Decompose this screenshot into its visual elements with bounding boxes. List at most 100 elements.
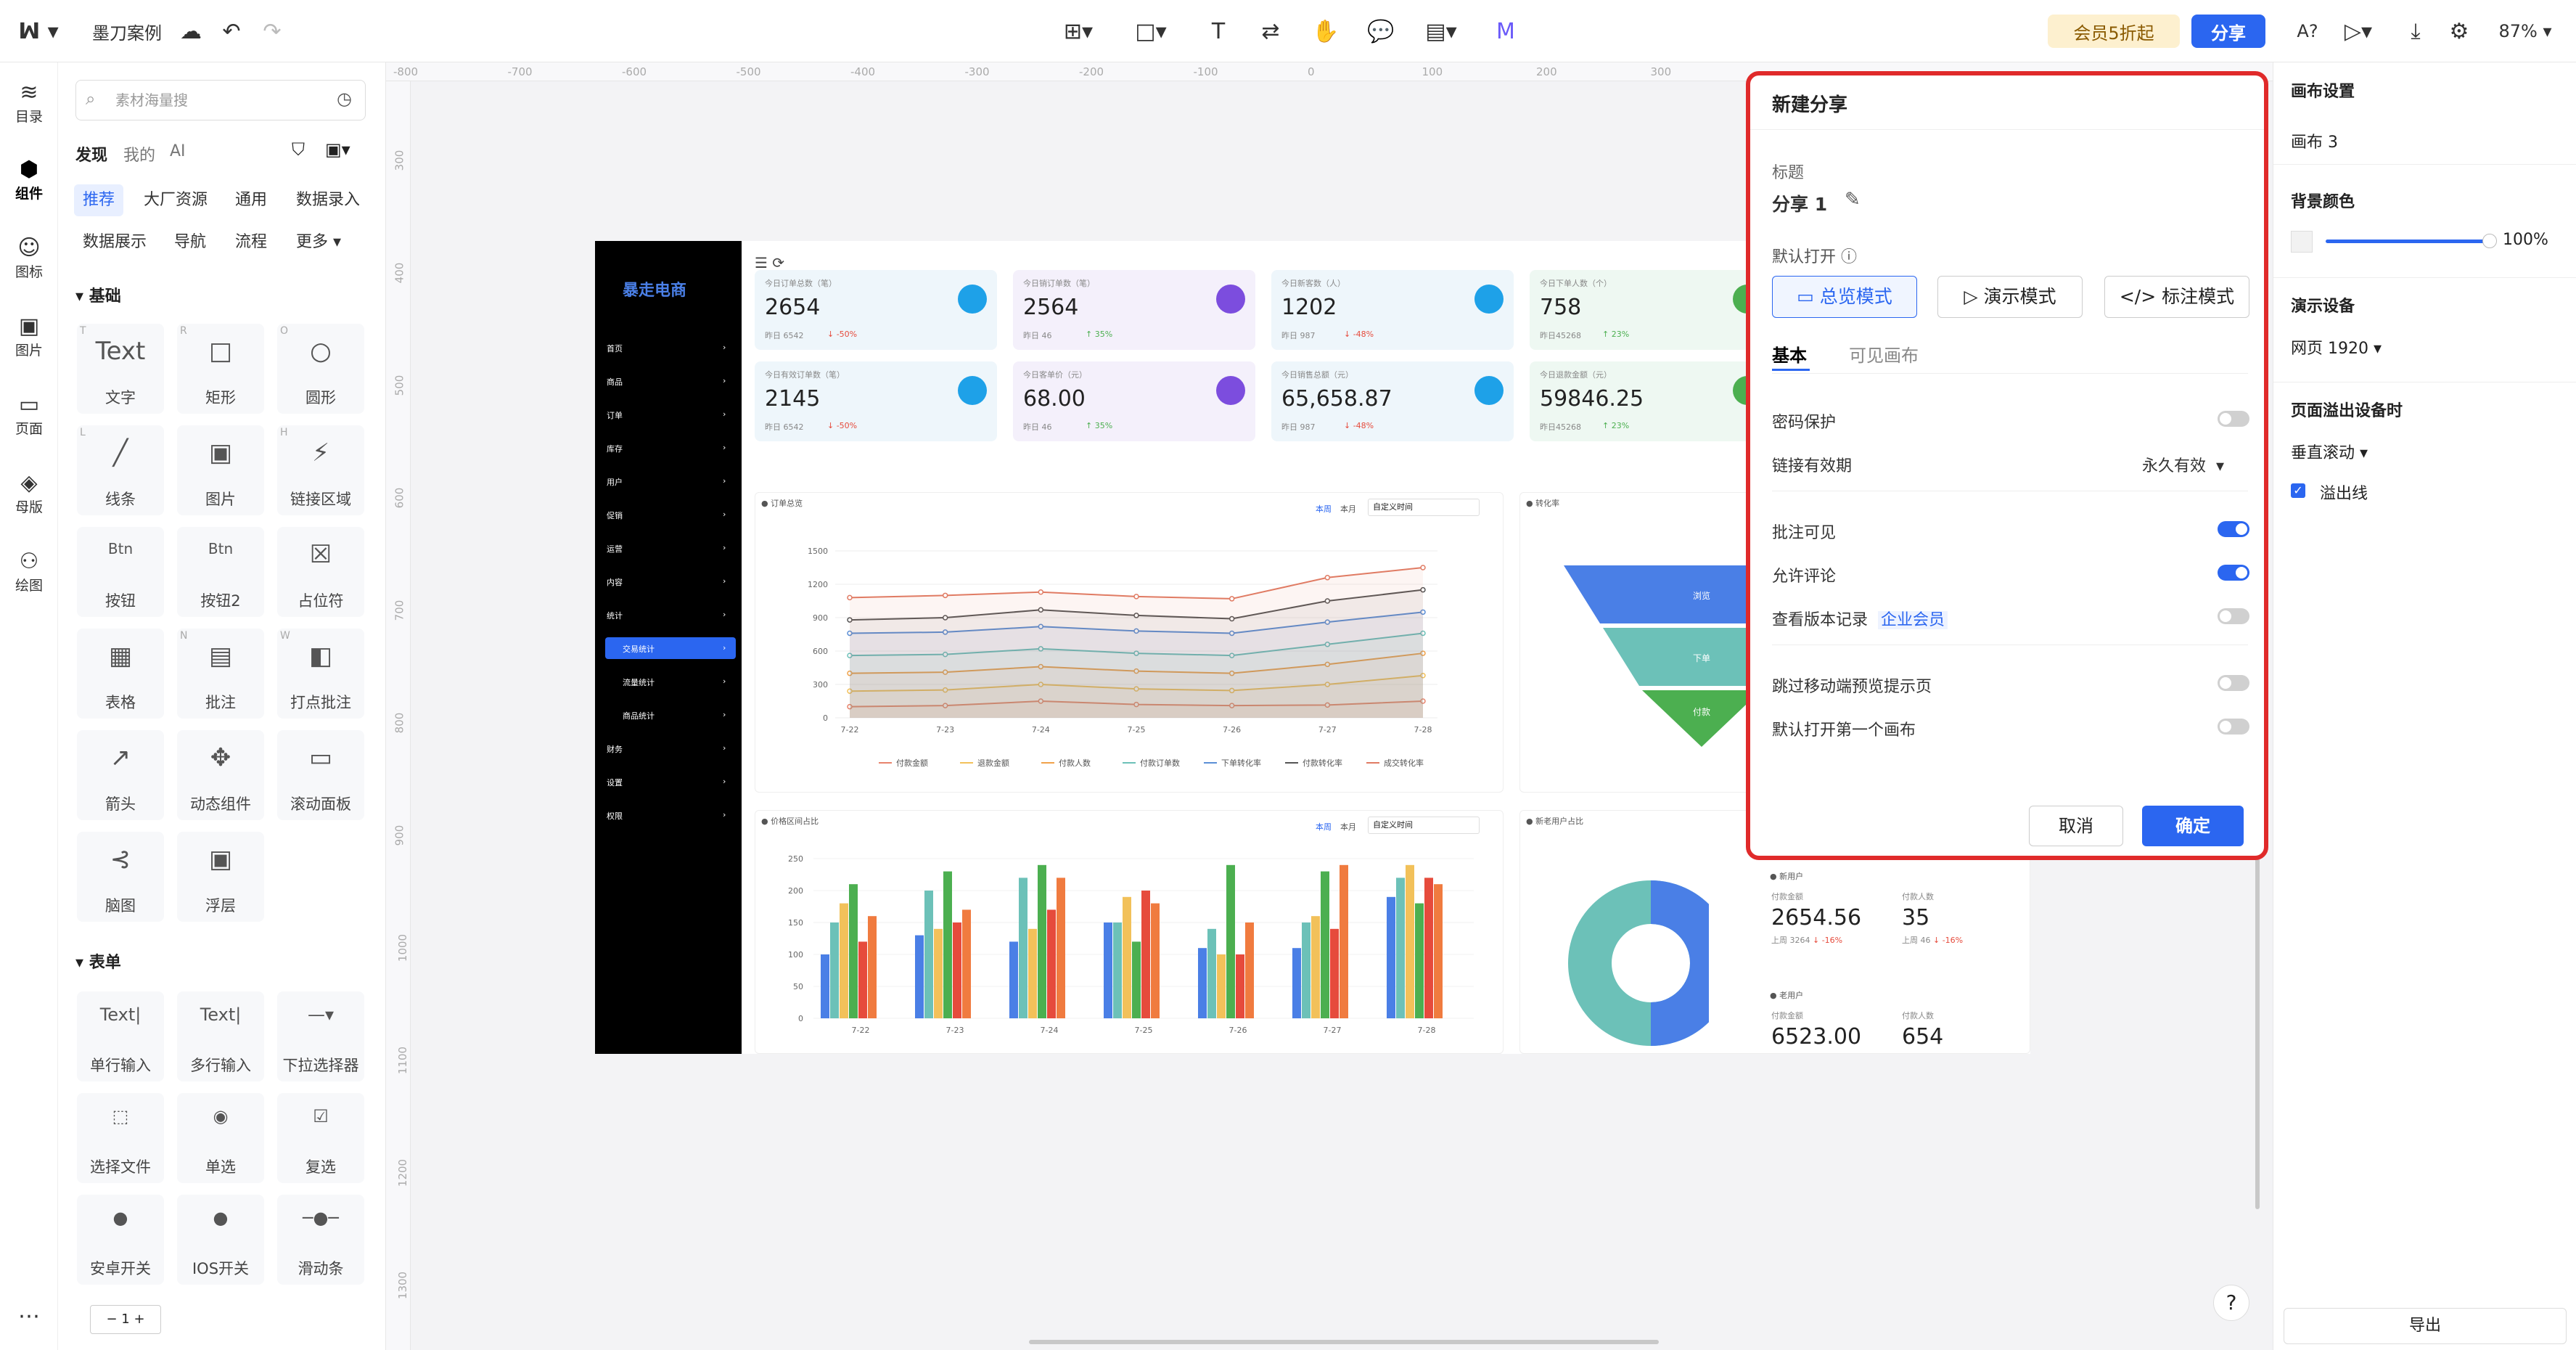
form-tile[interactable]: Text| 单行输入 bbox=[77, 991, 164, 1081]
ai-icon[interactable]: M bbox=[1489, 15, 1522, 48]
play-icon[interactable]: ▷▾ bbox=[2337, 15, 2380, 48]
skip-mobile-toggle[interactable] bbox=[2218, 675, 2249, 691]
component-tile[interactable]: □ 矩形 R bbox=[177, 324, 264, 414]
download-icon[interactable]: ⤓ bbox=[2399, 15, 2432, 48]
tab-visible-canvas[interactable]: 可见画布 bbox=[1849, 341, 1919, 367]
redo-icon[interactable]: ↷ bbox=[255, 15, 289, 48]
section-basic[interactable]: ▾ 基础 bbox=[75, 283, 121, 306]
section-form[interactable]: ▾ 表单 bbox=[75, 949, 121, 973]
component-tile[interactable]: Btn 按钮2 bbox=[177, 527, 264, 617]
opacity-slider[interactable] bbox=[2326, 240, 2490, 243]
text-tool-icon[interactable]: T bbox=[1202, 15, 1235, 48]
project-name[interactable]: 墨刀案例 bbox=[87, 15, 167, 48]
history-icon[interactable]: ◷ bbox=[337, 89, 352, 109]
component-tile[interactable]: ▦ 表格 bbox=[77, 629, 164, 719]
component-tile[interactable]: Btn 按钮 bbox=[77, 527, 164, 617]
share-name[interactable]: 分享 1 bbox=[1772, 190, 1827, 216]
chip-data-input[interactable]: 数据录入 bbox=[287, 184, 369, 216]
annotate-mode-button[interactable]: </> 标注模式 bbox=[2104, 276, 2249, 318]
form-tile[interactable]: ☑ 复选 bbox=[277, 1093, 364, 1183]
component-tile[interactable]: ▣ 图片 bbox=[177, 425, 264, 515]
rail-item-master[interactable]: ◈ 母版 bbox=[0, 470, 58, 516]
component-tile[interactable]: ▭ 滚动面板 bbox=[277, 730, 364, 820]
quantity-stepper[interactable]: − 1 + bbox=[90, 1305, 161, 1334]
tab-mine[interactable]: 我的 bbox=[123, 142, 155, 165]
menu-item[interactable]: 首页 bbox=[607, 343, 623, 354]
form-tile[interactable]: —▾ 下拉选择器 bbox=[277, 991, 364, 1081]
tab-discover[interactable]: 发现 bbox=[75, 142, 107, 165]
menu-item[interactable]: 运营 bbox=[607, 543, 623, 555]
form-tile[interactable]: ● 安卓开关 bbox=[77, 1195, 164, 1285]
overview-mode-button[interactable]: ▭ 总览模式 bbox=[1772, 276, 1917, 318]
rail-item-components[interactable]: ⬢ 组件 bbox=[0, 157, 58, 202]
component-tile[interactable]: Text 文字 T bbox=[77, 324, 164, 414]
export-button[interactable]: 导出 bbox=[2284, 1308, 2567, 1344]
share-button[interactable]: 分享 bbox=[2191, 15, 2265, 48]
menu-item[interactable]: 财务 bbox=[607, 743, 623, 755]
chip-general[interactable]: 通用 bbox=[226, 184, 276, 216]
menu-toggle-icon[interactable]: ☰ ⟳ bbox=[755, 254, 784, 271]
component-tile[interactable]: ✥ 动态组件 bbox=[177, 730, 264, 820]
chip-recommend[interactable]: 推荐 bbox=[74, 184, 124, 216]
bookmark-icon[interactable]: ⛉ bbox=[292, 139, 305, 160]
component-tile[interactable]: ○ 圆形 O bbox=[277, 324, 364, 414]
menu-item[interactable]: 内容 bbox=[607, 576, 623, 588]
component-tile[interactable]: ⚡ 链接区域 H bbox=[277, 425, 364, 515]
form-tile[interactable]: ● IOS开关 bbox=[177, 1195, 264, 1285]
menu-item[interactable]: 商品统计 bbox=[623, 710, 655, 721]
rail-item-catalog[interactable]: ≋ 目录 bbox=[0, 80, 58, 126]
chip-nav[interactable]: 导航 bbox=[165, 226, 215, 258]
rail-item-images[interactable]: ▣ 图片 bbox=[0, 314, 58, 359]
chip-more[interactable]: 更多 ▾ bbox=[287, 226, 350, 258]
component-tile[interactable]: ▣ 浮层 bbox=[177, 832, 264, 922]
edit-icon[interactable]: ✎ bbox=[1845, 189, 1861, 210]
chip-data-display[interactable]: 数据展示 bbox=[74, 226, 155, 258]
undo-icon[interactable]: ↶ bbox=[215, 15, 248, 48]
menu-item[interactable]: 交易统计 bbox=[623, 643, 655, 655]
help-icon[interactable]: ? bbox=[2213, 1285, 2249, 1321]
component-tile[interactable]: ◧ 打点批注 W bbox=[277, 629, 364, 719]
comment-icon[interactable]: 💬 bbox=[1364, 15, 1398, 48]
help-text-icon[interactable]: A? bbox=[2289, 15, 2326, 48]
menu-item[interactable]: 用户 bbox=[607, 476, 623, 488]
rail-item-draw[interactable]: ⚇ 绘图 bbox=[0, 549, 58, 594]
shape-icon[interactable]: □▾ bbox=[1129, 15, 1173, 48]
form-tile[interactable]: ◉ 单选 bbox=[177, 1093, 264, 1183]
bg-color-swatch[interactable] bbox=[2291, 231, 2313, 253]
note-icon[interactable]: ▤▾ bbox=[1419, 15, 1463, 48]
expiry-select[interactable]: 永久有效 ▾ bbox=[2142, 453, 2224, 476]
cloud-sync-icon[interactable]: ☁ bbox=[174, 15, 208, 48]
password-toggle[interactable] bbox=[2218, 411, 2249, 427]
present-mode-button[interactable]: ▷ 演示模式 bbox=[1937, 276, 2083, 318]
component-tile[interactable]: ▤ 批注 N bbox=[177, 629, 264, 719]
vip-badge[interactable]: 会员5折起 bbox=[2048, 15, 2180, 48]
add-page-icon[interactable]: ⊞▾ bbox=[1057, 15, 1100, 48]
chip-big-factory[interactable]: 大厂资源 bbox=[135, 184, 216, 216]
overflow-line-checkbox[interactable]: ✓ bbox=[2291, 483, 2305, 498]
confirm-button[interactable]: 确定 bbox=[2142, 806, 2244, 846]
search-input[interactable]: 素材海量搜 bbox=[75, 80, 366, 120]
horizontal-scrollbar[interactable] bbox=[1029, 1340, 1659, 1344]
menu-item[interactable]: 促销 bbox=[607, 510, 623, 521]
rail-item-pages[interactable]: ▭ 页面 bbox=[0, 392, 58, 438]
menu-item[interactable]: 统计 bbox=[607, 610, 623, 621]
library-icon[interactable]: ▣▾ bbox=[325, 139, 350, 160]
app-logo[interactable]: ꟽ ▾ bbox=[13, 15, 64, 48]
zoom-level[interactable]: 87% ▾ bbox=[2489, 15, 2561, 48]
component-tile[interactable]: ⊰ 脑图 bbox=[77, 832, 164, 922]
form-tile[interactable]: ─●─ 滑动条 bbox=[277, 1195, 364, 1285]
component-tile[interactable]: ╱ 线条 L bbox=[77, 425, 164, 515]
comments-visible-toggle[interactable] bbox=[2218, 521, 2249, 537]
menu-item[interactable]: 权限 bbox=[607, 810, 623, 822]
settings-sliders-icon[interactable]: ⚙ bbox=[2442, 15, 2476, 48]
tab-basic[interactable]: 基本 bbox=[1772, 341, 1807, 367]
overflow-select[interactable]: 垂直滚动 ▾ bbox=[2291, 440, 2368, 463]
form-tile[interactable]: Text| 多行输入 bbox=[177, 991, 264, 1081]
rail-item-icons[interactable]: ☺ 图标 bbox=[0, 235, 58, 281]
component-tile[interactable]: ↗ 箭头 bbox=[77, 730, 164, 820]
hand-icon[interactable]: ✋ bbox=[1309, 15, 1342, 48]
canvas-name[interactable]: 画布 3 bbox=[2291, 129, 2338, 152]
allow-comment-toggle[interactable] bbox=[2218, 565, 2249, 581]
opacity-value[interactable]: 100% bbox=[2503, 231, 2548, 249]
menu-item[interactable]: 订单 bbox=[607, 409, 623, 421]
